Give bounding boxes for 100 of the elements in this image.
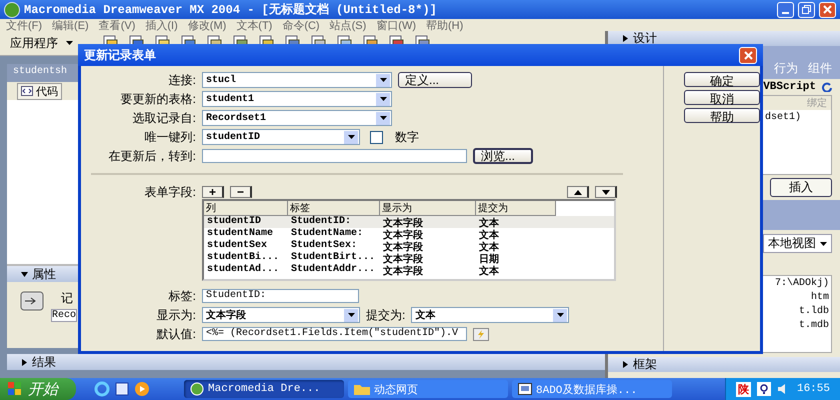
recordset-label: 记 — [61, 290, 73, 307]
menu-item[interactable]: 修改(M) — [188, 18, 226, 32]
menu-item[interactable]: 窗口(W) — [376, 18, 416, 32]
define-button[interactable]: 定义... — [398, 72, 472, 88]
remove-button[interactable]: − — [230, 186, 252, 198]
expand-triangle-icon — [622, 35, 629, 42]
binding-item[interactable]: dset1) — [764, 110, 831, 123]
column-header[interactable]: 显示为 — [380, 201, 476, 216]
dialog-button[interactable]: 取消 — [684, 90, 760, 105]
file-item[interactable]: htm — [810, 292, 829, 303]
menu-item[interactable]: 文件(F) — [6, 18, 42, 32]
start-button[interactable]: 开始 — [0, 378, 76, 400]
restore-button[interactable] — [798, 2, 815, 18]
file-item[interactable]: t.ldb — [798, 306, 829, 317]
table-cell-text: StudentID: — [290, 216, 352, 228]
table-cell-text: 文本字段 — [382, 264, 424, 276]
table-row[interactable]: studentBi... StudentBirt... 文本字段 日期 — [204, 252, 614, 264]
table-cell-text: StudentAddr... — [290, 264, 376, 276]
taskbar-button[interactable]: Macromedia Dre... — [184, 380, 344, 398]
app-logo-icon — [4, 2, 20, 18]
menu-item[interactable]: 编辑(E) — [52, 18, 89, 32]
mail-icon[interactable] — [114, 381, 130, 397]
close-icon — [744, 50, 752, 60]
dialog-title: 更新记录表单 — [84, 46, 157, 64]
browser-icon[interactable] — [94, 381, 110, 397]
taskbar-button[interactable]: 8ADO及数据库操... — [512, 380, 672, 398]
design-panel-header[interactable]: 设计 — [608, 31, 840, 46]
input-method-indicator[interactable]: 陕 — [736, 382, 751, 396]
move-up-button[interactable] — [567, 186, 589, 198]
app-logo-icon — [190, 382, 204, 396]
table-cell-text: 文本 — [478, 228, 500, 240]
redirect-url-field[interactable] — [202, 149, 467, 163]
key-column-dropdown[interactable]: studentID — [202, 129, 360, 145]
frames-panel-header[interactable]: 框架 — [608, 357, 840, 372]
table-dropdown[interactable]: student1 — [202, 91, 392, 107]
table-row[interactable]: studentID StudentID: 文本字段 文本 — [204, 216, 614, 228]
field-label: 选取记录自: — [132, 110, 196, 126]
table-row[interactable]: studentName StudentName: 文本字段 文本 — [204, 228, 614, 240]
refresh-icon[interactable] — [822, 82, 832, 92]
table-cell-text: 文本 — [478, 264, 500, 276]
menu-item[interactable]: 文本(T) — [236, 18, 272, 32]
field-label: 提交为: — [366, 306, 406, 324]
results-panel-header[interactable]: 结果 — [7, 354, 605, 370]
up-triangle-icon — [574, 190, 582, 194]
insert-button[interactable]: 插入 — [770, 178, 832, 197]
column-header[interactable]: 提交为 — [476, 201, 556, 216]
browse-button[interactable]: 浏览... — [473, 148, 533, 164]
display-as-dropdown[interactable]: 文本字段 — [202, 307, 360, 323]
menu-item[interactable]: 插入(I) — [145, 18, 178, 32]
table-cell-text: StudentBirt... — [290, 252, 376, 264]
menu-item[interactable]: 站点(S) — [330, 18, 366, 32]
table-cell-text: studentAd... — [206, 264, 280, 276]
menu-item[interactable]: 命令(C) — [282, 18, 320, 32]
field-label: 默认值: — [156, 326, 196, 342]
table-cell-text: 文本字段 — [382, 252, 424, 264]
code-view-button[interactable]: 代码 — [17, 82, 62, 100]
column-header[interactable]: 列 — [204, 201, 288, 216]
table-cell-text: studentBi... — [206, 252, 280, 264]
table-cell-text: 文本 — [478, 240, 500, 252]
expand-triangle-icon — [622, 361, 629, 368]
lightning-icon[interactable] — [473, 328, 489, 340]
caret-icon — [348, 135, 354, 139]
file-item[interactable]: t.mdb — [798, 320, 829, 331]
label-field[interactable]: StudentID: — [202, 289, 359, 303]
submit-as-dropdown[interactable]: 文本 — [411, 307, 570, 323]
windows-logo-icon — [8, 382, 22, 396]
media-player-icon[interactable] — [134, 381, 150, 397]
add-button[interactable]: + — [202, 186, 224, 198]
menu-item[interactable]: 帮助(H) — [426, 18, 464, 32]
help-icon[interactable] — [756, 382, 771, 396]
move-down-button[interactable] — [595, 186, 617, 198]
presentation-icon — [518, 383, 532, 395]
minimize-button[interactable] — [777, 2, 794, 18]
numeric-checkbox[interactable] — [370, 130, 383, 144]
table-cell-text: StudentSex: — [290, 240, 358, 252]
dialog-button[interactable]: 确定 — [684, 72, 760, 87]
field-label: 在更新后，转到: — [108, 148, 196, 164]
language-label: VBScript — [763, 81, 816, 93]
view-dropdown[interactable]: 本地视图 — [763, 234, 832, 253]
table-cell-text: StudentName: — [290, 228, 364, 240]
recordset-icon — [19, 290, 45, 312]
connection-dropdown[interactable]: stucl — [202, 72, 392, 88]
default-value-field[interactable]: <%= (Recordset1.Fields.Item("studentID").V — [202, 327, 467, 341]
restore-icon — [802, 5, 811, 14]
taskbar-button[interactable]: 动态网页 — [348, 380, 508, 398]
caret-icon — [380, 97, 386, 101]
recordset-name-field[interactable]: Reco — [51, 309, 78, 322]
table-row[interactable]: studentAd... StudentAddr... 文本字段 文本 — [204, 264, 614, 276]
recordset-dropdown[interactable]: Recordset1 — [202, 110, 392, 126]
table-cell-text: 文本字段 — [382, 228, 424, 240]
close-button[interactable] — [739, 46, 757, 64]
category-dropdown[interactable]: 应用程序 — [10, 34, 73, 52]
column-header[interactable]: 标签 — [288, 201, 380, 216]
collapse-triangle-icon — [21, 270, 28, 278]
dialog-button[interactable]: 帮助 — [684, 108, 760, 123]
close-button[interactable] — [819, 2, 836, 18]
caret-icon — [348, 313, 354, 317]
table-row[interactable]: studentSex StudentSex: 文本字段 文本 — [204, 240, 614, 252]
menu-item[interactable]: 查看(V) — [98, 18, 136, 32]
field-label: 唯一键列: — [144, 128, 196, 146]
